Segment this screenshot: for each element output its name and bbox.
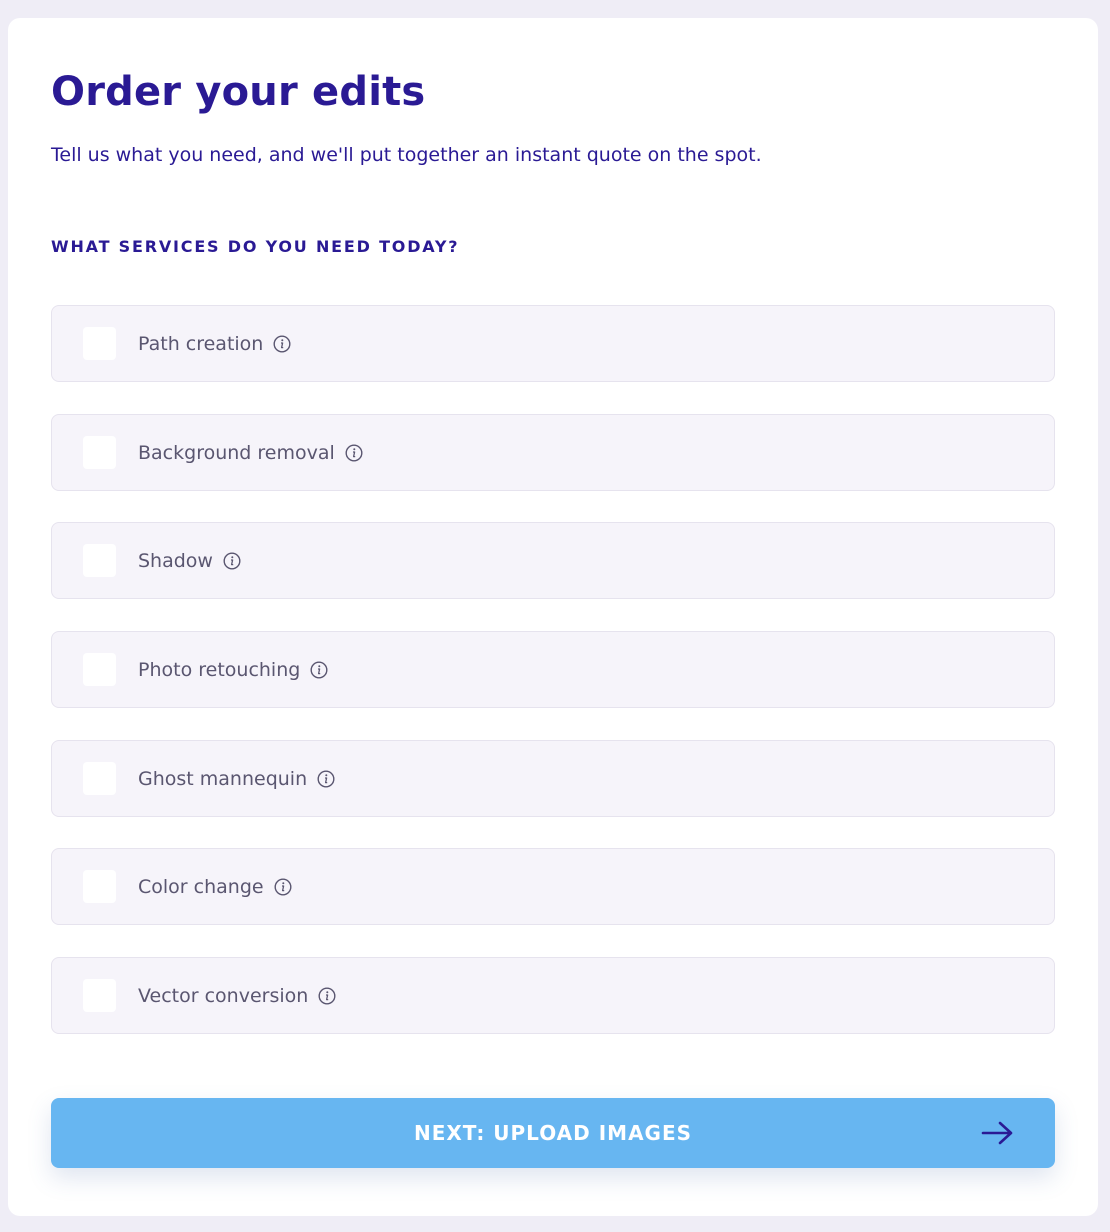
service-label: Shadow <box>138 549 213 572</box>
next-button-label: NEXT: UPLOAD IMAGES <box>413 1121 693 1145</box>
service-option-background-removal[interactable]: Background removal <box>51 414 1055 491</box>
color-change-checkbox[interactable] <box>83 870 116 903</box>
path-creation-checkbox[interactable] <box>83 327 116 360</box>
next-upload-images-button[interactable]: NEXT: UPLOAD IMAGES <box>51 1098 1055 1168</box>
arrow-right-icon <box>981 1121 1013 1145</box>
photo-retouching-checkbox[interactable] <box>83 653 116 686</box>
service-label: Path creation <box>138 332 264 355</box>
service-label: Ghost mannequin <box>138 767 308 790</box>
background-removal-checkbox[interactable] <box>83 436 116 469</box>
service-label: Color change <box>138 875 264 898</box>
service-label: Vector conversion <box>138 984 309 1007</box>
vector-conversion-checkbox[interactable] <box>83 979 116 1012</box>
service-option-shadow[interactable]: Shadow <box>51 522 1055 599</box>
info-icon[interactable] <box>310 660 328 679</box>
info-icon[interactable] <box>274 877 292 896</box>
service-option-color-change[interactable]: Color change <box>51 848 1055 925</box>
info-icon[interactable] <box>223 551 241 570</box>
page-title: Order your edits <box>51 69 426 115</box>
info-icon[interactable] <box>273 334 291 353</box>
page-subtitle: Tell us what you need, and we'll put tog… <box>51 144 762 166</box>
info-icon[interactable] <box>318 986 336 1005</box>
services-heading: WHAT SERVICES DO YOU NEED TODAY? <box>51 237 460 256</box>
order-card: Order your edits Tell us what you need, … <box>8 18 1098 1216</box>
ghost-mannequin-checkbox[interactable] <box>83 762 116 795</box>
service-option-photo-retouching[interactable]: Photo retouching <box>51 631 1055 708</box>
shadow-checkbox[interactable] <box>83 544 116 577</box>
service-label: Photo retouching <box>138 658 301 681</box>
service-option-vector-conversion[interactable]: Vector conversion <box>51 957 1055 1034</box>
service-option-path-creation[interactable]: Path creation <box>51 305 1055 382</box>
info-icon[interactable] <box>317 769 335 788</box>
service-label: Background removal <box>138 441 335 464</box>
info-icon[interactable] <box>345 443 363 462</box>
service-option-ghost-mannequin[interactable]: Ghost mannequin <box>51 740 1055 817</box>
